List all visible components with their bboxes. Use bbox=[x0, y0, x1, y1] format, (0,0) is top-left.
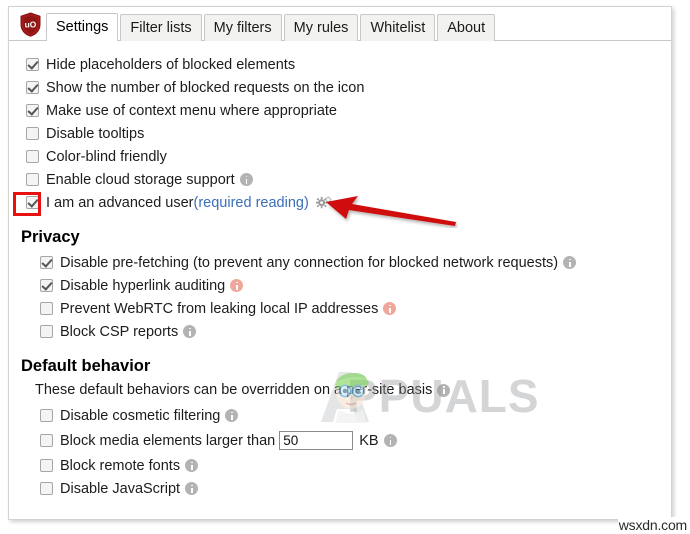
option-block-media-elements[interactable]: Block media elements larger than KB bbox=[9, 428, 671, 453]
option-color-blind[interactable]: Color-blind friendly bbox=[9, 146, 671, 167]
tab-label: My rules bbox=[293, 19, 349, 36]
option-label: Block CSP reports bbox=[60, 323, 179, 340]
checkbox-disable-tooltips[interactable] bbox=[26, 127, 39, 140]
default-behavior-note-text: These default behaviors can be overridde… bbox=[35, 382, 433, 398]
tab-whitelist[interactable]: Whitelist bbox=[360, 14, 436, 41]
ublock-settings-window: uO Settings Filter lists My filters My r… bbox=[8, 6, 672, 520]
required-reading-link[interactable]: (required reading) bbox=[194, 194, 309, 212]
info-icon[interactable] bbox=[225, 409, 239, 422]
option-label: Block remote fonts bbox=[60, 457, 181, 474]
option-disable-tooltips[interactable]: Disable tooltips bbox=[9, 123, 671, 144]
tab-my-rules[interactable]: My rules bbox=[283, 14, 359, 41]
info-icon[interactable] bbox=[383, 302, 397, 315]
option-label: Hide placeholders of blocked elements bbox=[46, 56, 296, 73]
checkbox-context-menu[interactable] bbox=[26, 104, 39, 117]
checkbox-show-blocked-count[interactable] bbox=[26, 81, 39, 94]
checkbox-block-csp-reports[interactable] bbox=[40, 325, 53, 338]
info-icon[interactable] bbox=[185, 482, 199, 495]
tab-settings[interactable]: Settings bbox=[46, 13, 119, 41]
option-label: I am an advanced user bbox=[46, 194, 194, 211]
section-heading-privacy: Privacy bbox=[21, 228, 80, 246]
info-icon[interactable] bbox=[437, 383, 451, 397]
default-behavior-note: These default behaviors can be overridde… bbox=[9, 381, 671, 399]
checkbox-cloud-storage[interactable] bbox=[26, 173, 39, 186]
checkbox-prevent-webrtc-leak[interactable] bbox=[40, 302, 53, 315]
option-label: Make use of context menu where appropria… bbox=[46, 102, 337, 119]
tab-label: Settings bbox=[56, 18, 109, 35]
option-hide-placeholders[interactable]: Hide placeholders of blocked elements bbox=[9, 54, 671, 75]
ublock-shield-icon: uO bbox=[20, 12, 41, 37]
checkbox-block-media-elements[interactable] bbox=[40, 434, 53, 447]
option-label: Block media elements larger than bbox=[60, 432, 276, 449]
option-block-remote-fonts[interactable]: Block remote fonts bbox=[9, 455, 671, 476]
option-context-menu[interactable]: Make use of context menu where appropria… bbox=[9, 100, 671, 121]
tab-about[interactable]: About bbox=[437, 14, 496, 41]
checkbox-hide-placeholders[interactable] bbox=[26, 58, 39, 71]
option-prevent-webrtc-leak[interactable]: Prevent WebRTC from leaking local IP add… bbox=[9, 298, 671, 319]
info-icon[interactable] bbox=[383, 434, 397, 447]
gears-icon[interactable] bbox=[315, 196, 332, 210]
settings-pane: Hide placeholders of blocked elements Sh… bbox=[9, 41, 671, 499]
info-icon[interactable] bbox=[185, 459, 199, 472]
option-label: Disable JavaScript bbox=[60, 480, 181, 497]
option-label: Show the number of blocked requests on t… bbox=[46, 79, 365, 96]
option-disable-prefetching[interactable]: Disable pre-fetching (to prevent any con… bbox=[9, 252, 671, 273]
checkbox-disable-cosmetic-filtering[interactable] bbox=[40, 409, 53, 422]
section-heading-default-behavior: Default behavior bbox=[21, 357, 151, 375]
checkbox-color-blind[interactable] bbox=[26, 150, 39, 163]
option-label: Color-blind friendly bbox=[46, 148, 167, 165]
checkbox-advanced-user[interactable] bbox=[26, 196, 39, 209]
option-label: Disable pre-fetching (to prevent any con… bbox=[60, 254, 559, 271]
svg-text:uO: uO bbox=[25, 19, 37, 29]
option-block-csp-reports[interactable]: Block CSP reports bbox=[9, 321, 671, 342]
checkbox-disable-prefetching[interactable] bbox=[40, 256, 53, 269]
option-label: Disable hyperlink auditing bbox=[60, 277, 226, 294]
info-icon[interactable] bbox=[563, 256, 577, 269]
checkbox-block-remote-fonts[interactable] bbox=[40, 459, 53, 472]
tab-bar: uO Settings Filter lists My filters My r… bbox=[9, 7, 671, 41]
tab-label: My filters bbox=[213, 19, 272, 36]
option-advanced-user[interactable]: I am an advanced user (required reading) bbox=[9, 192, 671, 213]
site-watermark: wsxdn.com bbox=[617, 517, 688, 533]
tab-label: Filter lists bbox=[130, 19, 192, 36]
info-icon[interactable] bbox=[183, 325, 197, 338]
option-label: Disable tooltips bbox=[46, 125, 145, 142]
tab-label: Whitelist bbox=[370, 19, 426, 36]
option-cloud-storage[interactable]: Enable cloud storage support bbox=[9, 169, 671, 190]
option-disable-cosmetic-filtering[interactable]: Disable cosmetic filtering bbox=[9, 405, 671, 426]
info-icon[interactable] bbox=[239, 173, 253, 186]
option-label: Prevent WebRTC from leaking local IP add… bbox=[60, 300, 379, 317]
option-show-blocked-count[interactable]: Show the number of blocked requests on t… bbox=[9, 77, 671, 98]
option-label: Disable cosmetic filtering bbox=[60, 407, 221, 424]
media-size-unit: KB bbox=[359, 432, 379, 449]
checkbox-disable-hyperlink-auditing[interactable] bbox=[40, 279, 53, 292]
info-icon[interactable] bbox=[230, 279, 244, 292]
option-disable-hyperlink-auditing[interactable]: Disable hyperlink auditing bbox=[9, 275, 671, 296]
option-label: Enable cloud storage support bbox=[46, 171, 235, 188]
tab-my-filters[interactable]: My filters bbox=[203, 14, 282, 41]
tab-filter-lists[interactable]: Filter lists bbox=[120, 14, 202, 41]
media-size-input[interactable] bbox=[279, 431, 354, 450]
tab-label: About bbox=[447, 19, 486, 36]
checkbox-disable-javascript[interactable] bbox=[40, 482, 53, 495]
option-disable-javascript[interactable]: Disable JavaScript bbox=[9, 478, 671, 499]
